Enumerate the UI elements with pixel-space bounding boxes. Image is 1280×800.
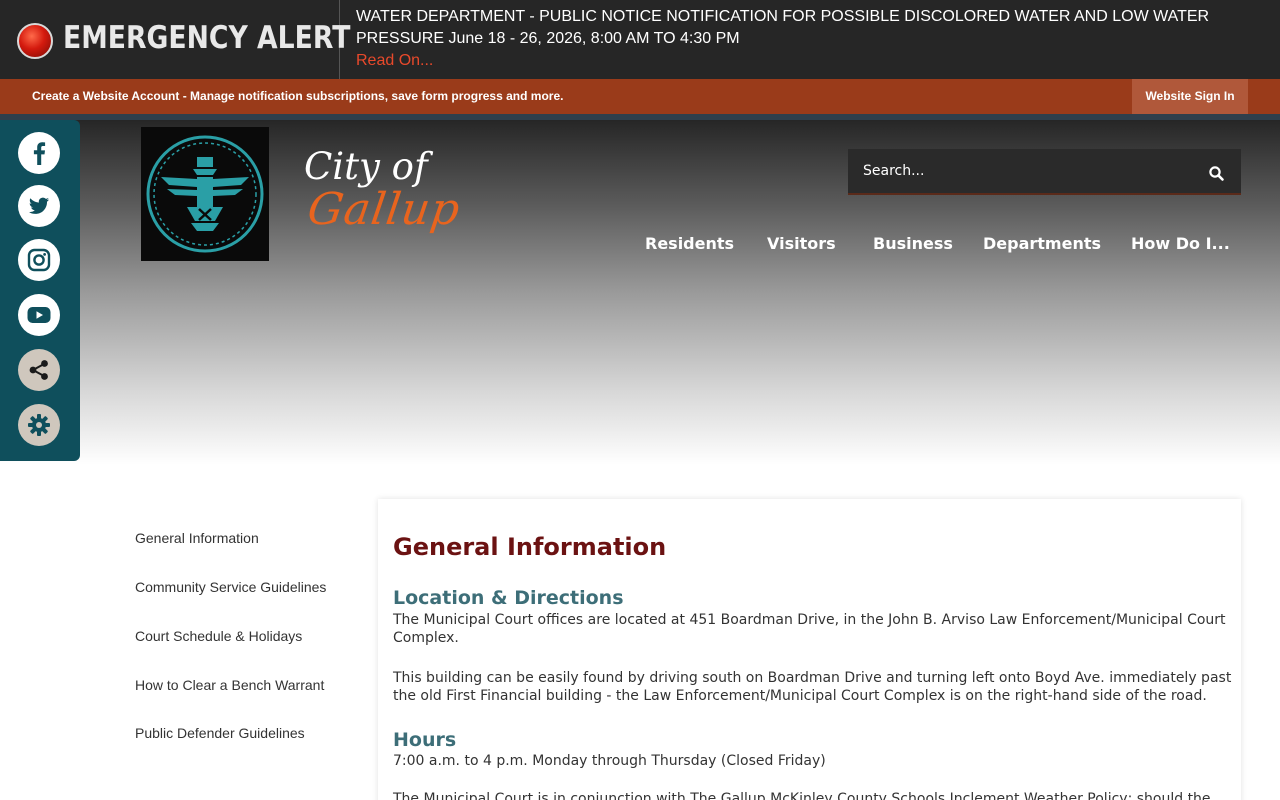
location-heading: Location & Directions	[393, 587, 624, 609]
youtube-icon[interactable]	[18, 294, 60, 336]
subnav-court-schedule[interactable]: Court Schedule & Holidays	[135, 628, 302, 644]
location-paragraph-2: This building can be easily found by dri…	[393, 670, 1232, 704]
emergency-alert-label: EMERGENCY ALERT	[0, 0, 350, 79]
city-seal-logo[interactable]	[141, 127, 269, 261]
thunderbird-icon	[146, 135, 264, 253]
search-icon[interactable]	[1208, 165, 1226, 183]
page-title: General Information	[393, 533, 667, 561]
subnav-community-service[interactable]: Community Service Guidelines	[135, 579, 326, 595]
website-sign-in-button[interactable]: Website Sign In	[1132, 79, 1248, 114]
brand-city-of: City of	[304, 145, 428, 188]
nav-how-do-i[interactable]: How Do I...	[1131, 234, 1230, 253]
alert-title: EMERGENCY ALERT	[63, 20, 351, 56]
hours-heading: Hours	[393, 729, 457, 751]
social-sidebar	[0, 120, 80, 461]
emergency-alert-bar: EMERGENCY ALERT WATER DEPARTMENT - PUBLI…	[0, 0, 1280, 79]
facebook-icon[interactable]	[18, 132, 60, 174]
hours-paragraph-2: The Municipal Court is in conjunction wi…	[393, 791, 1211, 800]
subnav-bench-warrant[interactable]: How to Clear a Bench Warrant	[135, 677, 324, 693]
create-account-link[interactable]: Create a Website Account - Manage notifi…	[32, 89, 563, 103]
search-input[interactable]	[848, 149, 1188, 193]
alert-light-icon	[17, 23, 53, 59]
instagram-icon[interactable]	[18, 239, 60, 281]
nav-business[interactable]: Business	[873, 234, 953, 253]
gear-icon[interactable]	[18, 404, 60, 446]
nav-departments[interactable]: Departments	[983, 234, 1101, 253]
nav-visitors[interactable]: Visitors	[767, 234, 836, 253]
subnav-general-information[interactable]: General Information	[135, 530, 259, 546]
alert-message: WATER DEPARTMENT - PUBLIC NOTICE NOTIFIC…	[356, 8, 1210, 47]
brand-name: Gallup	[304, 184, 464, 235]
share-icon[interactable]	[18, 349, 60, 391]
search-box	[848, 149, 1241, 195]
alert-read-on-link[interactable]: Read On...	[356, 52, 433, 70]
twitter-icon[interactable]	[18, 185, 60, 227]
subnav-public-defender[interactable]: Public Defender Guidelines	[135, 725, 305, 741]
account-bar: Create a Website Account - Manage notifi…	[0, 79, 1280, 114]
hours-paragraph-1: 7:00 a.m. to 4 p.m. Monday through Thurs…	[393, 753, 826, 769]
location-paragraph-1: The Municipal Court offices are located …	[393, 612, 1226, 646]
nav-residents[interactable]: Residents	[645, 234, 734, 253]
